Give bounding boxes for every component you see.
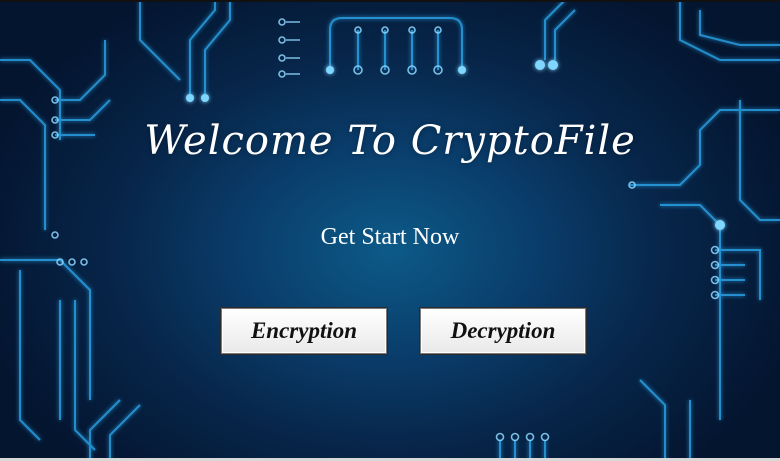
encryption-button[interactable]: Encryption — [221, 308, 387, 354]
window-top-edge — [0, 0, 780, 2]
decryption-button[interactable]: Decryption — [420, 308, 586, 354]
welcome-screen: Welcome To CryptoFile Get Start Now Encr… — [0, 0, 780, 461]
page-subtitle: Get Start Now — [320, 224, 460, 250]
page-title: Welcome To CryptoFile — [144, 118, 636, 164]
